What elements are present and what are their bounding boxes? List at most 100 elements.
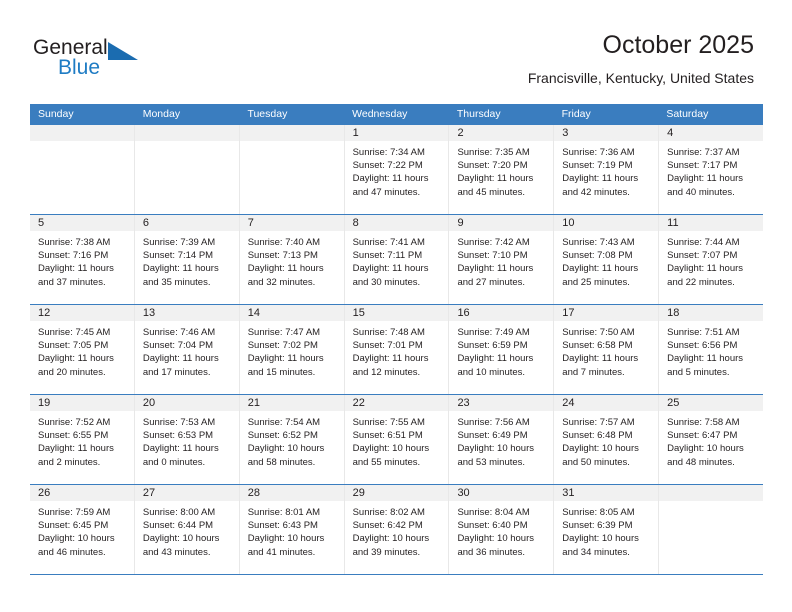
- weekday-header-saturday: Saturday: [666, 108, 709, 120]
- calendar-day-cell[interactable]: 2 Sunrise: 7:35 AM Sunset: 7:20 PM Daylight…: [449, 125, 555, 214]
- calendar-day-cell[interactable]: 24 Sunrise: 7:57 AM Sunset: 6:48 PM Dayligh…: [554, 395, 660, 484]
- calendar-day-cell[interactable]: 17 Sunrise: 7:50 AM Sunset: 6:58 PM Dayligh…: [554, 305, 660, 394]
- day-number: 29: [352, 487, 365, 499]
- day-number: 26: [38, 487, 51, 499]
- calendar-week-row: 1 Sunrise: 7:34 AM Sunset: 7:22 PM Daylight…: [30, 125, 764, 215]
- sunrise-time: Sunrise: 7:58 AM: [667, 417, 740, 428]
- day-number: 7: [247, 217, 254, 229]
- day-number: 22: [352, 397, 365, 409]
- daylight-duration: Daylight: 10 hours and 58 minutes.: [247, 443, 325, 468]
- sunset-time: Sunset: 6:53 PM: [142, 430, 214, 442]
- daylight-duration: Daylight: 11 hours and 35 minutes.: [142, 263, 219, 288]
- day-number-band: 24: [554, 395, 659, 412]
- day-details: Sunrise: 7:48 AM Sunset: 7:01 PM Daylight:…: [345, 322, 449, 379]
- daylight-duration: Daylight: 11 hours and 7 minutes.: [562, 353, 639, 378]
- day-number: 25: [667, 397, 680, 409]
- day-details: Sunrise: 7:54 AM Sunset: 6:52 PM Daylight:…: [240, 412, 344, 469]
- calendar-day-cell[interactable]: 10 Sunrise: 7:43 AM Sunset: 7:08 PM Dayligh…: [554, 215, 660, 304]
- calendar-day-cell-empty: [659, 485, 764, 574]
- daylight-duration: Daylight: 11 hours and 12 minutes.: [352, 353, 429, 378]
- calendar-day-cell[interactable]: 7 Sunrise: 7:40 AM Sunset: 7:13 PM Daylight…: [239, 215, 345, 304]
- sunset-time: Sunset: 7:08 PM: [562, 250, 633, 262]
- sunrise-time: Sunrise: 7:41 AM: [352, 237, 425, 248]
- day-number: 30: [457, 487, 470, 499]
- sunset-time: Sunset: 6:56 PM: [667, 340, 738, 352]
- day-number: 27: [142, 487, 156, 499]
- sunrise-time: Sunrise: 7:47 AM: [247, 327, 321, 338]
- sunset-time: Sunset: 6:40 PM: [457, 520, 528, 532]
- calendar-day-cell[interactable]: 8 Sunrise: 7:41 AM Sunset: 7:11 PM Daylight…: [344, 215, 450, 304]
- calendar-day-cell[interactable]: 12 Sunrise: 7:45 AM Sunset: 7:05 PM Dayligh…: [30, 305, 135, 394]
- generalblue-logo[interactable]: General Blue: [33, 36, 153, 84]
- calendar-day-cell[interactable]: 4 Sunrise: 7:37 AM Sunset: 7:17 PM Daylight…: [659, 125, 764, 214]
- day-number: 4: [667, 127, 674, 139]
- day-number-band: 27: [134, 485, 239, 502]
- calendar-day-cell[interactable]: 30 Sunrise: 8:04 AM Sunset: 6:40 PM Dayligh…: [449, 485, 555, 574]
- calendar-day-cell[interactable]: 21 Sunrise: 7:54 AM Sunset: 6:52 PM Dayligh…: [239, 395, 345, 484]
- day-details: Sunrise: 7:49 AM Sunset: 6:59 PM Daylight:…: [449, 322, 553, 379]
- day-details: Sunrise: 7:50 AM Sunset: 6:58 PM Daylight:…: [554, 322, 658, 379]
- day-number: 21: [247, 397, 260, 409]
- calendar-day-cell[interactable]: 9 Sunrise: 7:42 AM Sunset: 7:10 PM Daylight…: [449, 215, 555, 304]
- day-number: 11: [667, 217, 679, 229]
- calendar-day-cell[interactable]: 3 Sunrise: 7:36 AM Sunset: 7:19 PM Daylight…: [554, 125, 660, 214]
- day-number-band: 12: [30, 305, 134, 322]
- calendar-day-cell[interactable]: 29 Sunrise: 8:02 AM Sunset: 6:42 PM Dayligh…: [344, 485, 450, 574]
- sunrise-time: Sunrise: 7:34 AM: [352, 147, 425, 158]
- day-number-band: 11: [659, 215, 764, 232]
- daylight-duration: Daylight: 10 hours and 53 minutes.: [457, 443, 535, 468]
- day-number-band: 13: [134, 305, 239, 322]
- calendar-day-cell[interactable]: 20 Sunrise: 7:53 AM Sunset: 6:53 PM Dayligh…: [134, 395, 240, 484]
- calendar-day-cell[interactable]: 25 Sunrise: 7:58 AM Sunset: 6:47 PM Dayligh…: [659, 395, 764, 484]
- sunrise-time: Sunrise: 7:53 AM: [142, 417, 216, 428]
- daylight-duration: Daylight: 11 hours and 0 minutes.: [142, 443, 219, 468]
- day-details: Sunrise: 7:36 AM Sunset: 7:19 PM Daylight:…: [554, 142, 658, 199]
- calendar-day-cell[interactable]: 26 Sunrise: 7:59 AM Sunset: 6:45 PM Dayligh…: [30, 485, 135, 574]
- calendar-day-cell[interactable]: 16 Sunrise: 7:49 AM Sunset: 6:59 PM Dayligh…: [449, 305, 555, 394]
- calendar-day-cell[interactable]: 19 Sunrise: 7:52 AM Sunset: 6:55 PM Dayligh…: [30, 395, 135, 484]
- calendar-day-cell[interactable]: 18 Sunrise: 7:51 AM Sunset: 6:56 PM Dayligh…: [659, 305, 764, 394]
- day-details: Sunrise: 7:43 AM Sunset: 7:08 PM Daylight:…: [554, 232, 658, 289]
- calendar-day-cell[interactable]: 1 Sunrise: 7:34 AM Sunset: 7:22 PM Daylight…: [344, 125, 450, 214]
- daylight-duration: Daylight: 11 hours and 25 minutes.: [562, 263, 639, 288]
- sunset-time: Sunset: 7:17 PM: [667, 160, 738, 172]
- calendar-day-cell[interactable]: 13 Sunrise: 7:46 AM Sunset: 7:04 PM Dayligh…: [134, 305, 240, 394]
- daylight-duration: Daylight: 11 hours and 45 minutes.: [457, 173, 534, 198]
- day-number: 3: [562, 127, 569, 139]
- sunrise-time: Sunrise: 7:38 AM: [38, 237, 111, 248]
- sunrise-time: Sunrise: 7:45 AM: [38, 327, 111, 338]
- calendar-day-cell[interactable]: 6 Sunrise: 7:39 AM Sunset: 7:14 PM Daylight…: [134, 215, 240, 304]
- calendar-day-cell[interactable]: 27 Sunrise: 8:00 AM Sunset: 6:44 PM Dayligh…: [134, 485, 240, 574]
- daylight-duration: Daylight: 10 hours and 36 minutes.: [457, 533, 535, 558]
- day-number-band: 18: [659, 305, 764, 322]
- day-details: Sunrise: 8:02 AM Sunset: 6:42 PM Daylight:…: [345, 502, 449, 559]
- day-number-band: [134, 125, 239, 142]
- day-number: 28: [247, 487, 260, 499]
- sunrise-time: Sunrise: 7:51 AM: [667, 327, 740, 338]
- sunrise-time: Sunrise: 7:49 AM: [457, 327, 530, 338]
- daylight-duration: Daylight: 11 hours and 32 minutes.: [247, 263, 324, 288]
- day-number-band: 16: [449, 305, 554, 322]
- calendar-day-cell[interactable]: 22 Sunrise: 7:55 AM Sunset: 6:51 PM Dayligh…: [344, 395, 450, 484]
- calendar-day-cell[interactable]: 15 Sunrise: 7:48 AM Sunset: 7:01 PM Dayligh…: [344, 305, 450, 394]
- daylight-duration: Daylight: 10 hours and 34 minutes.: [562, 533, 639, 558]
- calendar-day-cell[interactable]: 28 Sunrise: 8:01 AM Sunset: 6:43 PM Dayligh…: [239, 485, 345, 574]
- calendar-day-cell-empty: [239, 125, 345, 214]
- calendar-week-row: 5 Sunrise: 7:38 AM Sunset: 7:16 PM Daylight…: [30, 215, 764, 305]
- sunrise-time: Sunrise: 7:50 AM: [562, 327, 635, 338]
- calendar-day-cell[interactable]: 23 Sunrise: 7:56 AM Sunset: 6:49 PM Dayligh…: [449, 395, 555, 484]
- day-number-band: 21: [239, 395, 344, 412]
- day-number: 14: [247, 307, 260, 319]
- day-number-band: 1: [344, 125, 449, 142]
- calendar-day-cell[interactable]: 14 Sunrise: 7:47 AM Sunset: 7:02 PM Dayligh…: [239, 305, 345, 394]
- sunset-time: Sunset: 7:01 PM: [352, 340, 423, 352]
- sunrise-time: Sunrise: 8:04 AM: [457, 507, 530, 518]
- day-number-band: 19: [30, 395, 134, 412]
- calendar-day-cell[interactable]: 11 Sunrise: 7:44 AM Sunset: 7:07 PM Dayligh…: [659, 215, 764, 304]
- day-number-band: 7: [239, 215, 344, 232]
- calendar-day-cell[interactable]: 5 Sunrise: 7:38 AM Sunset: 7:16 PM Daylight…: [30, 215, 135, 304]
- day-details: Sunrise: 7:59 AM Sunset: 6:45 PM Daylight:…: [30, 502, 134, 559]
- day-details: Sunrise: 7:56 AM Sunset: 6:49 PM Daylight:…: [449, 412, 553, 469]
- day-number: 15: [352, 307, 365, 319]
- calendar-day-cell[interactable]: 31 Sunrise: 8:05 AM Sunset: 6:39 PM Dayligh…: [554, 485, 660, 574]
